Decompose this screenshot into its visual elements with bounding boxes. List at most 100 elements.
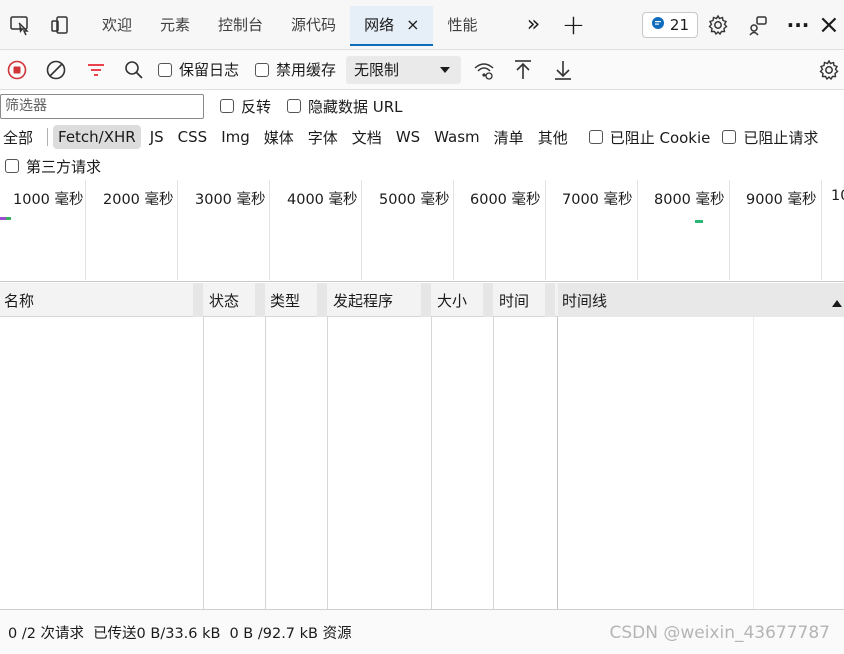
time-tick-label: 5000 毫秒 [379,192,450,208]
watermark: CSDN @weixin_43677787 [609,623,830,643]
checkbox-box[interactable] [287,99,302,113]
tab-network[interactable]: 网络 × [350,5,434,46]
grid-line [85,180,86,280]
record-stop-icon[interactable] [0,50,34,90]
column-header-name[interactable]: 名称 [0,283,34,317]
import-har-icon[interactable] [507,50,539,90]
search-icon[interactable] [114,50,154,90]
requests-table-header: 名称 状态 类型 发起程序 大小 时间 时间线 [0,283,844,317]
type-filter-media[interactable]: 媒体 [259,124,299,151]
tab-label: 性能 [447,16,478,34]
third-party-label: 第三方请求 [26,157,102,176]
settings-gear-icon[interactable] [698,5,738,45]
grid-line [453,180,454,280]
add-tab-icon[interactable]: + [554,5,594,45]
transferred-size: 已传送0 B/33.6 kB [93,625,221,642]
device-emulation-icon[interactable] [40,5,80,45]
close-devtools-icon[interactable]: × [818,5,844,45]
tab-console[interactable]: 控制台 [204,6,277,44]
column-header-status[interactable]: 状态 [205,283,239,317]
disable-cache-checkbox[interactable]: 禁用缓存 [255,59,336,80]
type-filter-img[interactable]: Img [216,125,255,149]
filter-row: 反转 隐藏数据 URL [0,90,844,122]
column-resizer[interactable] [255,283,265,317]
type-filter-fetch-xhr[interactable]: Fetch/XHR [53,125,141,149]
clear-icon[interactable] [34,50,78,90]
blocked-cookies-checkbox[interactable]: 已阻止 Cookie [588,127,710,148]
column-header-time[interactable]: 时间 [495,283,529,317]
checkbox-box[interactable] [220,99,234,113]
grid-line [637,180,638,280]
column-divider [327,317,328,609]
column-divider [493,317,494,609]
more-tabs-icon[interactable]: » [514,5,554,45]
tab-label: 欢迎 [102,16,133,34]
checkbox-box[interactable] [5,159,19,173]
grid-line [269,180,270,280]
grid-line [545,180,546,280]
column-resizer[interactable] [317,283,327,317]
checkbox-box[interactable] [158,62,172,77]
network-conditions-icon[interactable] [461,50,507,90]
request-bar [695,220,703,223]
type-filter-css[interactable]: CSS [173,125,213,149]
type-filter-other[interactable]: 其他 [533,124,573,151]
type-filter-js[interactable]: JS [145,125,169,149]
requests-table-body[interactable] [0,317,844,609]
request-count: 0 /2 次请求 [8,625,85,642]
network-settings-gear-icon[interactable] [814,50,844,90]
column-header-initiator[interactable]: 发起程序 [329,283,393,317]
column-divider [203,317,204,609]
column-label: 时间 [499,291,530,310]
divider [47,128,49,146]
column-resizer[interactable] [545,283,555,317]
column-header-size[interactable]: 大小 [433,283,467,317]
type-filter-all[interactable]: 全部 [0,124,38,151]
feedback-icon[interactable] [738,5,778,45]
blocked-requests-label: 已阻止请求 [743,128,819,147]
tab-elements[interactable]: 元素 [146,6,204,44]
more-options-icon[interactable]: ··· [778,5,818,45]
third-party-checkbox[interactable]: 第三方请求 [5,156,101,177]
devtools-tabstrip: 欢迎 元素 控制台 源代码 网络 × 性能 » + 21 ··· × [0,0,844,50]
tab-performance[interactable]: 性能 [433,6,491,44]
throttling-select[interactable]: 无限制 [346,55,462,84]
issues-count: 21 [669,15,689,34]
tab-welcome[interactable]: 欢迎 [88,6,146,44]
column-resizer[interactable] [483,283,493,317]
column-header-waterfall[interactable]: 时间线 [558,283,844,317]
issues-badge[interactable]: 21 [641,11,698,38]
type-filter-ws[interactable]: WS [391,125,425,149]
tab-sources[interactable]: 源代码 [277,6,350,44]
invert-checkbox[interactable]: 反转 [220,96,271,117]
checkbox-box[interactable] [588,130,603,144]
sort-ascending-icon [832,294,842,312]
blocked-requests-checkbox[interactable]: 已阻止请求 [722,127,818,148]
export-har-icon[interactable] [539,50,587,90]
column-resizer[interactable] [193,283,203,317]
throttling-value: 无限制 [354,61,400,79]
type-filter-doc[interactable]: 文档 [347,124,387,151]
hide-data-urls-label: 隐藏数据 URL [308,97,403,116]
filter-input[interactable] [0,93,204,119]
resources-size: 0 B /92.7 kB 资源 [229,625,352,642]
hide-data-urls-checkbox[interactable]: 隐藏数据 URL [287,96,403,117]
preserve-log-checkbox[interactable]: 保留日志 [158,59,239,80]
column-label: 发起程序 [333,291,394,310]
tab-label: 控制台 [218,16,264,34]
checkbox-box[interactable] [255,62,270,77]
grid-line [821,180,822,280]
type-filter-font[interactable]: 字体 [303,124,343,151]
close-tab-icon[interactable]: × [406,15,419,34]
grid-line [361,180,362,280]
column-resizer[interactable] [421,283,431,317]
checkbox-box[interactable] [722,130,737,144]
tab-label: 源代码 [291,16,337,34]
type-filter-wasm[interactable]: Wasm [429,125,485,149]
inspect-element-icon[interactable] [0,5,40,45]
time-tick-label: 7000 毫秒 [562,192,633,208]
overview-timeline[interactable]: 1000 毫秒 2000 毫秒 3000 毫秒 4000 毫秒 5000 毫秒 … [0,180,844,282]
filter-icon[interactable] [78,50,114,90]
column-header-type[interactable]: 类型 [266,283,300,317]
type-filter-manifest[interactable]: 清单 [489,124,529,151]
